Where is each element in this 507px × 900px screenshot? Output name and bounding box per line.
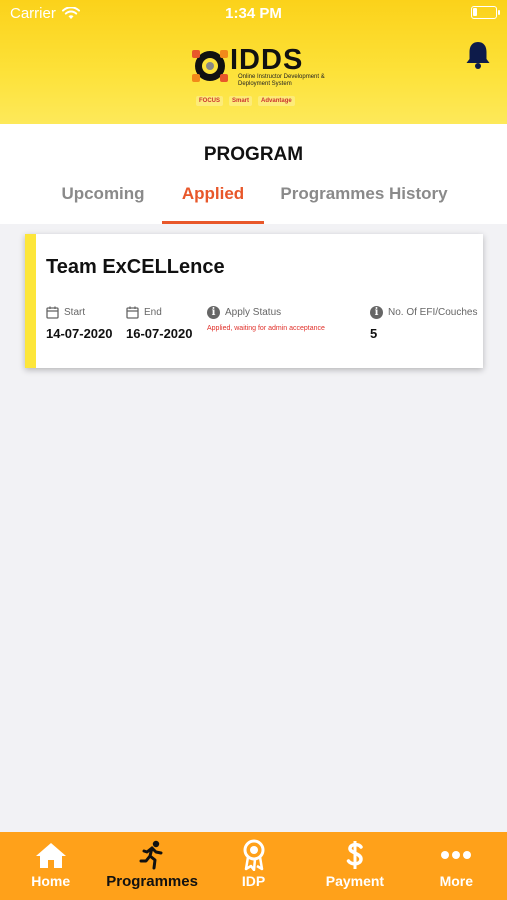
tab-label: Programmes History (280, 184, 448, 203)
active-tab-indicator (162, 221, 264, 224)
battery-level (473, 8, 477, 16)
program-panel: PROGRAM Upcoming Applied Programmes Hist… (0, 124, 507, 224)
start-field: Start 14-07-2020 (46, 304, 113, 341)
apply-status-field: i Apply Status Applied, waiting for admi… (207, 304, 325, 332)
gear-logo-icon (192, 50, 228, 82)
tabbar-label: More (439, 873, 474, 889)
apply-status-value: Applied, waiting for admin acceptance (207, 325, 325, 332)
calendar-icon (126, 306, 139, 319)
start-label: Start (64, 306, 86, 318)
tabbar-more[interactable]: More (406, 832, 507, 900)
program-tabs: Upcoming Applied Programmes History (0, 184, 507, 224)
bottom-tab-bar: Home Programmes IDP Payment More (0, 832, 507, 900)
end-label: End (144, 306, 162, 318)
logo-title: IDDS (230, 44, 304, 76)
tab-label: Upcoming (61, 184, 145, 203)
apply-status-label: Apply Status (225, 306, 282, 318)
partner-logos: FOCUS Smart Advantage (196, 96, 295, 106)
dollar-icon (346, 841, 363, 869)
tabbar-label: IDP (241, 873, 266, 889)
tabbar-label: Home (31, 873, 71, 889)
tabbar-home[interactable]: Home (0, 832, 101, 900)
tabbar-payment[interactable]: Payment (304, 832, 405, 900)
info-icon: i (207, 305, 220, 319)
idds-logo: IDDS Online Instructor Development & Dep… (190, 44, 330, 116)
tabbar-label: Programmes (106, 873, 198, 890)
tab-upcoming[interactable]: Upcoming (58, 184, 148, 224)
page-title: PROGRAM (203, 144, 304, 165)
program-title: Team ExCELLence (46, 256, 225, 278)
logo-subtitle: Online Instructor Development & Deployme… (238, 74, 325, 87)
efi-count-label: No. Of EFI/Couches (388, 306, 478, 318)
tabbar-idp[interactable]: IDP (203, 832, 304, 900)
partner-logo: Advantage (258, 96, 295, 106)
efi-count-field: i No. Of EFI/Couches 5 (370, 304, 477, 341)
program-card[interactable]: Team ExCELLence Start 14-07-2020 End 16-… (25, 234, 483, 368)
start-date: 14-07-2020 (46, 326, 113, 341)
home-icon (35, 843, 66, 868)
status-bar: Carrier 1:34 PM (0, 0, 507, 28)
tabbar-label: Payment (325, 873, 385, 889)
end-date: 16-07-2020 (126, 326, 193, 341)
info-icon: i (370, 305, 383, 319)
end-field: End 16-07-2020 (126, 304, 193, 341)
calendar-icon (46, 306, 59, 319)
efi-count-value: 5 (370, 326, 378, 341)
bell-icon[interactable] (465, 40, 491, 70)
partner-logo: FOCUS (196, 96, 223, 106)
status-time: 1:34 PM (225, 5, 282, 22)
running-icon (139, 840, 163, 870)
partner-logo: Smart (229, 96, 253, 106)
award-icon (243, 839, 265, 871)
more-icon (441, 851, 472, 859)
app-header: Carrier 1:34 PM IDDS Online Instructor D… (0, 0, 507, 124)
tabbar-programmes[interactable]: Programmes (101, 832, 202, 900)
tab-applied[interactable]: Applied (162, 184, 264, 224)
tab-label: Applied (181, 184, 245, 203)
tab-programmes-history[interactable]: Programmes History (278, 184, 450, 224)
battery-icon (471, 6, 500, 19)
